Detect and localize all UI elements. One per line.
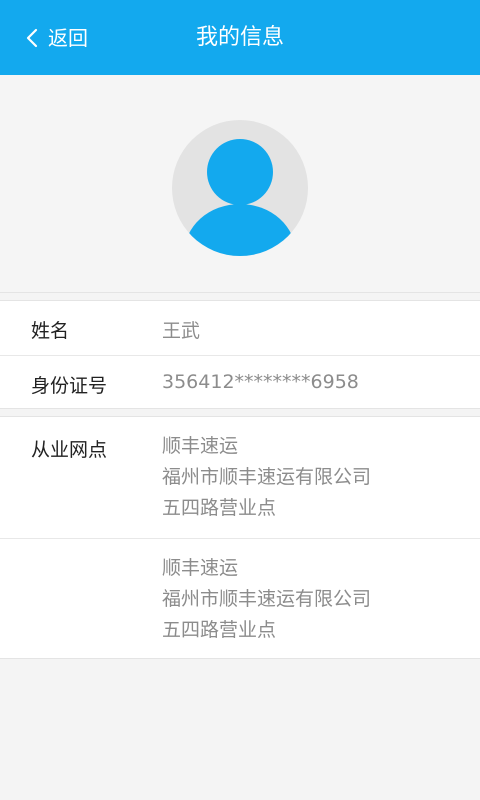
- avatar[interactable]: [172, 120, 308, 256]
- branch-company-full: 福州市顺丰速运有限公司: [162, 466, 372, 488]
- branch-office: 五四路营业点: [162, 619, 277, 641]
- name-label: 姓名: [31, 320, 70, 342]
- name-row: 姓名 王武: [0, 301, 480, 355]
- id-value: 356412********6958: [162, 371, 359, 393]
- branch-office: 五四路营业点: [162, 497, 277, 519]
- name-value: 王武: [162, 320, 201, 342]
- branches-label: 从业网点: [31, 439, 108, 461]
- id-label: 身份证号: [31, 375, 108, 397]
- user-avatar-icon: [184, 139, 296, 256]
- branches-group: 从业网点 顺丰速运 福州市顺丰速运有限公司 五四路营业点 顺丰速运 福州市顺丰速…: [0, 416, 480, 659]
- id-row: 身份证号 356412********6958: [0, 355, 480, 408]
- branch-company: 顺丰速运: [162, 435, 239, 457]
- branch-row: 顺丰速运 福州市顺丰速运有限公司 五四路营业点: [0, 538, 480, 658]
- branch-company: 顺丰速运: [162, 557, 239, 579]
- avatar-section: [0, 75, 480, 293]
- profile-group: 姓名 王武 身份证号 356412********6958: [0, 300, 480, 409]
- branch-row: 从业网点 顺丰速运 福州市顺丰速运有限公司 五四路营业点: [0, 417, 480, 538]
- branch-company-full: 福州市顺丰速运有限公司: [162, 588, 372, 610]
- page-title: 我的信息: [195, 25, 284, 50]
- branch-item: 顺丰速运 福州市顺丰速运有限公司 五四路营业点: [162, 431, 371, 524]
- branch-item: 顺丰速运 福州市顺丰速运有限公司 五四路营业点: [162, 553, 371, 646]
- top-bar: 返回 我的信息: [0, 0, 480, 75]
